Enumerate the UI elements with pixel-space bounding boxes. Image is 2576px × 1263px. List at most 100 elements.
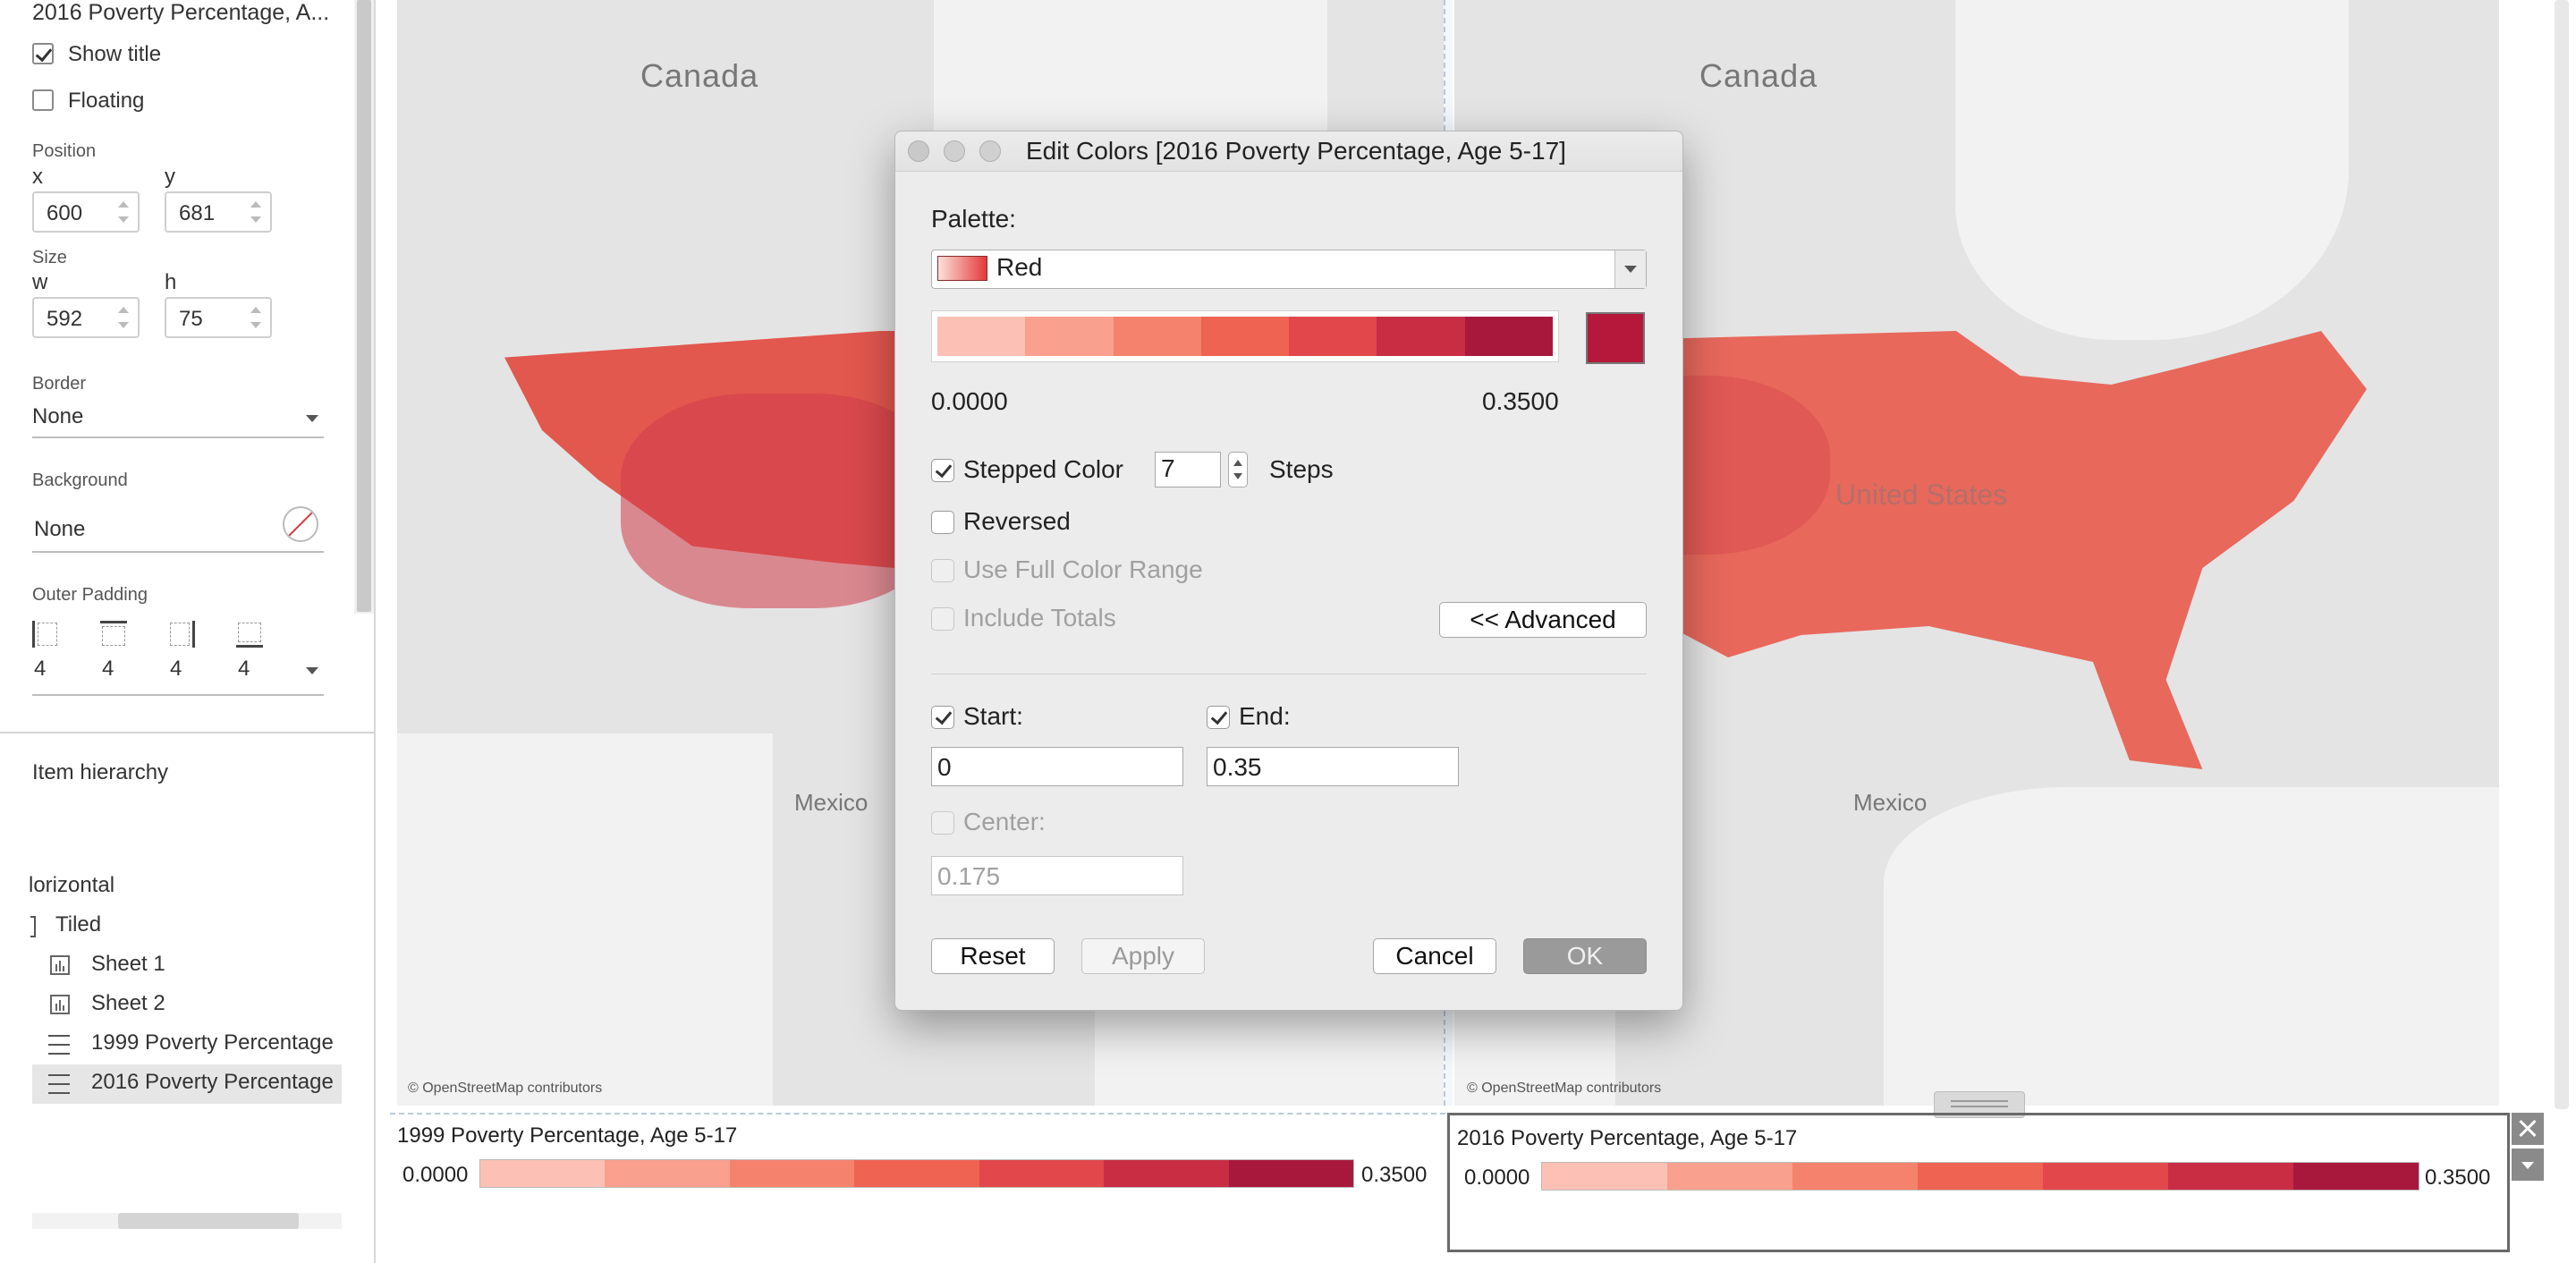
end-color-swatch[interactable] [1586, 312, 1645, 364]
position-label: Position [32, 141, 97, 161]
ramp-step-3 [729, 1160, 855, 1187]
center-input[interactable]: 0.175 [931, 856, 1183, 895]
chevron-down-icon [306, 415, 318, 422]
advanced-button[interactable]: << Advanced [1439, 602, 1647, 638]
us-label: United States [1835, 479, 2008, 511]
x-down-arrow-icon[interactable] [118, 216, 129, 223]
steps-up-icon[interactable] [1233, 460, 1242, 466]
palette-dropdown-arrow[interactable] [1614, 250, 1646, 288]
steps-down-icon[interactable] [1233, 473, 1242, 479]
selected-item-title: 2016 Poverty Percentage, A... [32, 0, 330, 25]
y-label: y [165, 165, 175, 189]
ramp-step-5 [2043, 1163, 2168, 1190]
legend-list-icon [48, 1035, 70, 1055]
ramp-step-5 [1289, 317, 1377, 356]
padding-top-icon [100, 621, 127, 648]
remove-item-button[interactable] [2512, 1113, 2544, 1145]
ramp-step-5 [979, 1160, 1105, 1187]
steps-stepper[interactable] [1228, 452, 1248, 487]
start-input[interactable]: 0 [931, 747, 1183, 786]
end-input[interactable]: 0.35 [1207, 747, 1459, 786]
include-totals-label: Include Totals [963, 604, 1116, 632]
scrollbar-thumb[interactable] [118, 1213, 299, 1229]
ramp-step-1 [1542, 1163, 1667, 1190]
w-up-arrow-icon[interactable] [118, 307, 129, 313]
tree-item-sheet-1[interactable]: Sheet 1 [91, 952, 165, 977]
reset-button[interactable]: Reset [931, 938, 1055, 974]
end-checkbox[interactable] [1207, 706, 1230, 729]
palette-preview-swatch [937, 256, 987, 281]
y-down-arrow-icon[interactable] [250, 216, 261, 223]
close-window-icon[interactable] [908, 140, 929, 162]
legend-1999-title: 1999 Poverty Percentage, Age 5-17 [397, 1123, 738, 1148]
stepped-color-checkbox[interactable] [931, 459, 954, 482]
outer-padding-dropdown[interactable]: 4 4 4 4 [32, 657, 324, 696]
tree-tiled[interactable]: Tiled [55, 912, 101, 937]
dialog-title: Edit Colors [2016 Poverty Percentage, Ag… [1026, 137, 1566, 165]
ramp-step-2 [1025, 317, 1114, 356]
y-up-arrow-icon[interactable] [250, 201, 261, 208]
ok-button[interactable]: OK [1523, 938, 1647, 974]
dashboard-scrollbar[interactable] [2555, 0, 2569, 1109]
h-stepper[interactable]: 75 [165, 297, 272, 338]
steps-input[interactable]: 7 [1155, 452, 1221, 487]
x-up-arrow-icon[interactable] [118, 201, 129, 208]
center-checkbox[interactable] [931, 811, 954, 835]
w-stepper[interactable]: 592 [32, 297, 140, 338]
steps-label: Steps [1269, 455, 1334, 483]
y-stepper[interactable]: 681 [165, 191, 272, 233]
use-full-color-range-checkbox[interactable] [931, 559, 954, 582]
minimize-window-icon[interactable] [944, 140, 965, 162]
sheet-icon [50, 955, 70, 975]
zoom-window-icon[interactable] [979, 140, 1001, 162]
tree-item-sheet-2[interactable]: Sheet 2 [91, 991, 165, 1016]
scrollbar-thumb[interactable] [357, 0, 371, 612]
cancel-button[interactable]: Cancel [1373, 938, 1496, 974]
item-menu-button[interactable] [2512, 1149, 2544, 1181]
legend-2016[interactable]: 2016 Poverty Percentage, Age 5-17 0.0000… [1447, 1113, 2510, 1252]
h-up-arrow-icon[interactable] [250, 307, 261, 313]
x-stepper[interactable]: 600 [32, 191, 140, 233]
apply-button[interactable]: Apply [1081, 938, 1205, 974]
range-min-label: 0.0000 [931, 387, 1008, 415]
show-title-checkbox[interactable] [32, 43, 54, 64]
layout-panel: 2016 Poverty Percentage, A... Show title… [0, 0, 376, 1263]
legend-1999[interactable]: 1999 Poverty Percentage, Age 5-17 0.0000… [390, 1118, 1445, 1208]
h-down-arrow-icon[interactable] [250, 322, 261, 328]
x-label: x [32, 165, 43, 189]
background-picker[interactable]: None [32, 506, 324, 553]
dialog-color-ramp[interactable] [937, 317, 1553, 356]
start-checkbox[interactable] [931, 706, 954, 729]
osm-attribution[interactable]: © OpenStreetMap contributors [408, 1081, 602, 1097]
legend-1999-min: 0.0000 [402, 1163, 469, 1187]
legend-2016-title: 2016 Poverty Percentage, Age 5-17 [1457, 1126, 1798, 1150]
osm-attribution[interactable]: © OpenStreetMap contributors [1467, 1081, 1661, 1097]
atlantic-gulf-water [1884, 787, 2499, 1106]
floating-checkbox[interactable] [32, 89, 54, 111]
outer-padding-label: Outer Padding [32, 585, 148, 605]
pacific-water [397, 733, 773, 1106]
reversed-checkbox[interactable] [931, 511, 954, 534]
ramp-step-1 [937, 317, 1026, 356]
item-hierarchy-label: Item hierarchy [32, 760, 169, 784]
padding-bottom-icon [236, 621, 263, 648]
include-totals-checkbox[interactable] [931, 607, 954, 631]
tree-horizontal[interactable]: lorizontal [29, 873, 114, 898]
use-full-color-range-label: Use Full Color Range [963, 555, 1203, 583]
ramp-step-4 [854, 1160, 979, 1187]
border-dropdown[interactable]: None [32, 401, 324, 438]
no-color-swatch-icon[interactable] [283, 506, 318, 542]
tree-item-2016-legend[interactable]: 2016 Poverty Percentage [91, 1070, 343, 1095]
ramp-step-3 [1113, 317, 1201, 356]
x-value: 600 [47, 201, 83, 225]
border-value: None [32, 404, 84, 428]
color-ramp-preview-frame[interactable] [931, 310, 1559, 362]
dialog-titlebar[interactable]: Edit Colors [2016 Poverty Percentage, Ag… [895, 131, 1682, 172]
show-title-label: Show title [68, 42, 162, 66]
hierarchy-hscrollbar[interactable] [32, 1213, 342, 1229]
panel-scrollbar[interactable] [354, 0, 374, 614]
padding-top-value: 4 [102, 657, 114, 681]
palette-select[interactable]: Red [931, 250, 1647, 289]
tree-item-1999-legend[interactable]: 1999 Poverty Percentage [91, 1030, 343, 1055]
w-down-arrow-icon[interactable] [118, 322, 129, 328]
